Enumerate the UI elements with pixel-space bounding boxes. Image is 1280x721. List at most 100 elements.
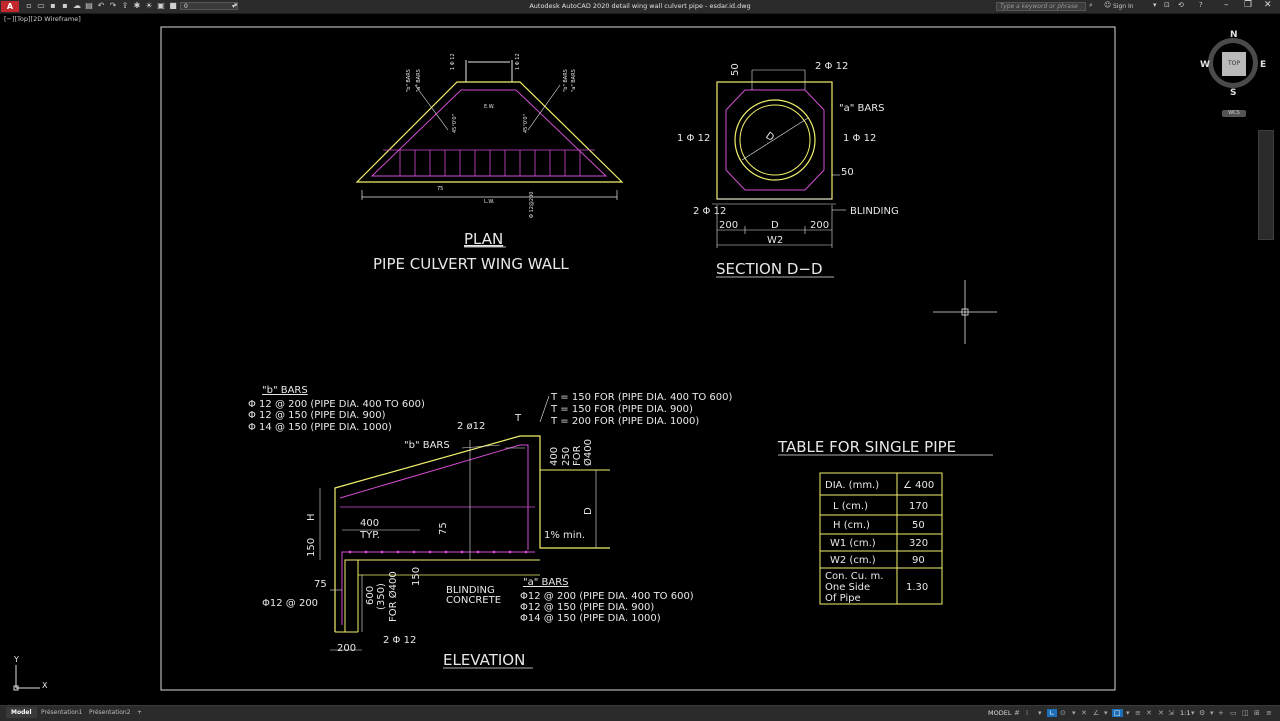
annotation-scale-icon[interactable]: ⇲ xyxy=(1168,709,1174,717)
elev-dim-150-mid: 150 xyxy=(411,567,422,586)
grid-icon[interactable]: # xyxy=(1014,709,1020,717)
polar-icon[interactable]: ⊙ xyxy=(1060,709,1066,717)
isodraft-icon[interactable]: ✕ xyxy=(1081,709,1087,717)
section-dim-200-left: 200 xyxy=(719,220,738,231)
table-row-1-label: DIA. (mm.) xyxy=(825,480,879,491)
plan-label-a-bars-left: "a" BARS xyxy=(416,69,422,92)
elev-b-bar-row-2: Φ 12 @ 150 (PIPE DIA. 900) xyxy=(248,410,386,421)
elev-typ: TYP. xyxy=(359,530,380,541)
osnap-icon[interactable]: ∠ xyxy=(1093,709,1099,717)
table-row-4-value: 320 xyxy=(909,538,928,549)
hardware-accel-icon[interactable]: ◫ xyxy=(1242,709,1249,717)
section-circle-d: D xyxy=(763,130,776,144)
annotation-visibility-icon[interactable]: ✕ xyxy=(1146,709,1152,717)
elev-dim-75-left: 75 xyxy=(314,579,327,590)
sign-in-button[interactable]: Sign In xyxy=(1113,3,1134,10)
exchange-icon[interactable]: ⟲ xyxy=(1178,1,1184,9)
elev-t-row-3: T = 200 FOR (PIPE DIA. 1000) xyxy=(550,416,699,427)
maximize-icon[interactable]: ❐ xyxy=(1244,0,1252,10)
plan-label-ew: E.W. xyxy=(484,104,495,110)
elev-concrete: CONCRETE xyxy=(446,595,501,606)
elevation-view: "b" BARS Φ 12 @ 200 (PIPE DIA. 400 TO 60… xyxy=(248,385,732,669)
viewcube[interactable]: TOP N S E W xyxy=(1200,30,1270,100)
plus-icon[interactable]: + xyxy=(1218,709,1224,717)
elev-h: H xyxy=(306,513,317,521)
table-row-1-value: ∠ 400 xyxy=(903,480,934,491)
clean-screen-icon[interactable]: ⊞ xyxy=(1254,709,1260,717)
elev-dim-75-mid: 75 xyxy=(438,522,449,535)
elev-b-bar-row-1: Φ 12 @ 200 (PIPE DIA. 400 TO 600) xyxy=(248,399,425,410)
compass-south[interactable]: S xyxy=(1230,88,1236,98)
snap-dropdown-icon[interactable]: ▾ xyxy=(1038,709,1042,717)
workspace-gear-icon[interactable]: ⚙ xyxy=(1199,709,1205,717)
annotation-autoscale-icon[interactable]: ✕ xyxy=(1158,709,1164,717)
single-pipe-table: TABLE FOR SINGLE PIPE DIA. (mm.) ∠ 400 L… xyxy=(777,438,993,605)
elev-for: FOR xyxy=(572,445,583,466)
elev-400-typ: 400 xyxy=(360,518,379,529)
osnap-dropdown-icon[interactable]: ▾ xyxy=(1104,709,1108,717)
elev-dim-200: 200 xyxy=(337,643,356,654)
elev-a-bar-row-3: Φ14 @ 150 (PIPE DIA. 1000) xyxy=(520,613,661,624)
plan-label-lw: L.W. xyxy=(484,199,495,205)
customization-menu-icon[interactable]: ≡ xyxy=(1266,709,1272,717)
elev-phi400: Ø400 xyxy=(582,439,594,466)
close-icon[interactable]: ✕ xyxy=(1264,0,1272,10)
tab-model[interactable]: Model xyxy=(6,707,37,718)
elev-b-bars-header: "b" BARS xyxy=(262,385,308,396)
elev-for-phi400: FOR Ø400 xyxy=(387,571,399,622)
section-left-bar: 1 Φ 12 xyxy=(677,133,710,144)
tab-presentation2[interactable]: Présentation2 xyxy=(84,707,136,718)
tab-presentation1[interactable]: Présentation1 xyxy=(36,707,88,718)
elev-dim-150-left: 150 xyxy=(306,538,317,557)
section-dim-50-top: 50 xyxy=(730,63,741,76)
plan-label-angle-left: 45°0'0" xyxy=(452,114,458,133)
workspace-dropdown-icon[interactable]: ▾ xyxy=(1210,709,1214,717)
elev-dim-250: 250 xyxy=(561,447,572,466)
section-bottom-bar: 2 Φ 12 xyxy=(693,206,726,217)
ortho-icon[interactable]: ∟ xyxy=(1047,709,1057,717)
table-row-6-value: 1.30 xyxy=(906,582,928,593)
annotation-scale-value[interactable]: 1:1 xyxy=(1180,709,1190,717)
section-dim-200-right: 200 xyxy=(810,220,829,231)
crosshair-cursor xyxy=(933,280,997,344)
help-icon[interactable]: ? xyxy=(1199,1,1203,9)
search-icon[interactable]: ⌕ xyxy=(1089,1,1093,10)
compass-west[interactable]: W xyxy=(1200,60,1210,70)
table-row-5-label: W2 (cm.) xyxy=(830,555,876,566)
drawing-canvas[interactable]: "b" BARS "a" BARS "b" BARS "a" BARS L.W.… xyxy=(0,14,1280,706)
add-layout-button[interactable]: + xyxy=(132,707,147,718)
cart-icon[interactable]: ⊡ xyxy=(1164,1,1170,9)
plan-vertical-bars xyxy=(399,150,581,176)
scale-dropdown-icon[interactable]: ▾ xyxy=(1191,709,1195,717)
ucs-x-label: X xyxy=(42,681,48,690)
elev-a-bar-row-1: Φ12 @ 200 (PIPE DIA. 400 TO 600) xyxy=(520,591,694,602)
table-row-5-value: 90 xyxy=(912,555,925,566)
compass-north[interactable]: N xyxy=(1230,30,1238,40)
compass-east[interactable]: E xyxy=(1260,60,1266,70)
table-row-3-label: H (cm.) xyxy=(833,520,870,531)
snap-icon[interactable]: ⁞ xyxy=(1026,709,1028,717)
wcs-menu-button[interactable]: WCS xyxy=(1222,110,1246,117)
model-space-toggle[interactable]: MODEL xyxy=(988,709,1011,717)
user-icon[interactable]: ☺ xyxy=(1104,1,1111,9)
table-row-4-label: W1 (cm.) xyxy=(830,538,876,549)
sign-in-dropdown-icon[interactable]: ▾ xyxy=(1153,1,1157,9)
section-dim-w2: W2 xyxy=(767,235,783,246)
plan-label-bar-left: 1 Φ 12 xyxy=(450,53,456,70)
minimize-icon[interactable]: – xyxy=(1224,0,1229,10)
polar-dropdown-icon[interactable]: ▾ xyxy=(1072,709,1076,717)
title-bar: A ▫ ▭ ▪ ▪ ☁ ▤ ↶ ↷ ⇪ ✱ ☀ ▣ ■ 0 ▾ ▾ Autodes… xyxy=(0,0,1280,14)
isolate-icon[interactable]: ▭ xyxy=(1230,709,1237,717)
lineweight-icon[interactable]: ≡ xyxy=(1135,709,1141,717)
table-row-6-label-2: One Side xyxy=(825,582,870,593)
search-input[interactable]: Type a keyword or phrase xyxy=(996,2,1086,11)
section-blinding: BLINDING xyxy=(850,206,899,217)
ucs-icon xyxy=(13,665,40,691)
navigation-bar[interactable] xyxy=(1258,130,1274,240)
elev-dim-600: 600 xyxy=(365,586,376,605)
object-snap-icon[interactable]: □ xyxy=(1112,709,1123,717)
osnap-menu-icon[interactable]: ▾ xyxy=(1126,709,1130,717)
viewcube-top-face[interactable]: TOP xyxy=(1222,52,1246,76)
ucs-y-label: Y xyxy=(13,655,19,664)
section-view: 50 2 Φ 12 "a" BARS 1 Φ 12 1 Φ 12 50 2 Φ … xyxy=(677,61,899,278)
